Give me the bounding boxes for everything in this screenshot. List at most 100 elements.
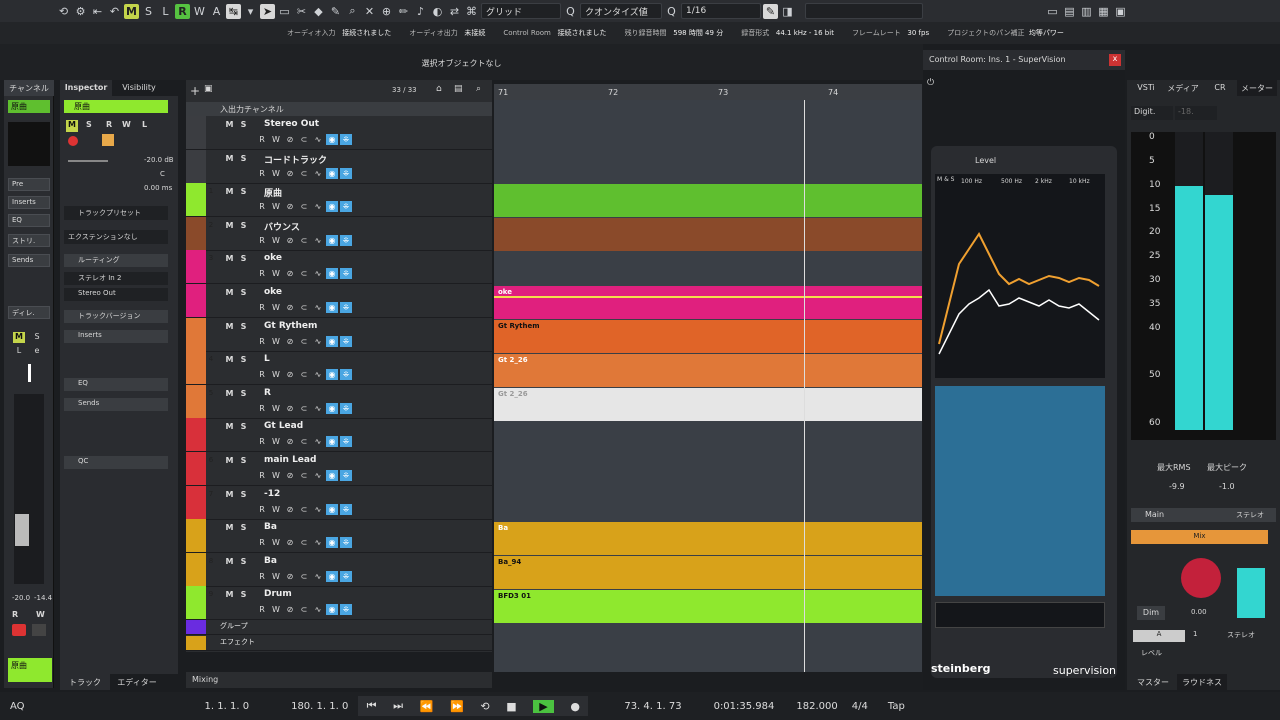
inspector-inserts-header[interactable]: Inserts <box>64 330 168 343</box>
track-monitor-icon[interactable]: ◉ <box>326 369 338 381</box>
pointer-icon[interactable]: ⟲ <box>56 4 71 19</box>
inspector-extension-select[interactable]: エクステンションなし <box>64 230 168 244</box>
track-wave-icon[interactable]: ∿ <box>312 168 324 179</box>
tap-button[interactable]: Tap <box>888 701 905 712</box>
tab-loudness[interactable]: ラウドネス <box>1177 674 1227 690</box>
mix-button[interactable]: Mix <box>1131 530 1268 544</box>
time-display[interactable]: 0:01:35.984 <box>714 701 775 712</box>
track-mute-button[interactable]: M <box>224 556 235 567</box>
channel-delay-button[interactable]: ディレ. <box>8 306 50 319</box>
track-wave-icon[interactable]: ∿ <box>312 336 324 347</box>
track-monitor-icon[interactable]: ◉ <box>326 402 338 414</box>
track-mute-button[interactable]: M <box>224 287 235 298</box>
channel-fader-handle[interactable] <box>15 514 29 546</box>
track-lane-icon[interactable]: ⁜ <box>340 335 352 347</box>
tab-editor[interactable]: エディター <box>112 674 162 690</box>
inspector-record-button[interactable] <box>68 136 78 146</box>
track-monitor-icon[interactable]: ◉ <box>326 134 338 145</box>
add-track-icon[interactable]: + <box>190 84 200 98</box>
event-bounce[interactable] <box>494 218 922 251</box>
track-write-button[interactable]: W <box>270 537 282 548</box>
channel-record-button[interactable] <box>12 624 26 636</box>
track-read-button[interactable]: R <box>256 201 268 212</box>
channel-listen-button[interactable]: L <box>13 346 25 357</box>
track-write-button[interactable]: W <box>270 201 282 212</box>
channel-sends-button[interactable]: Sends <box>8 254 50 267</box>
draw-tool-icon[interactable]: ✏ <box>396 4 411 19</box>
channel-fader-track[interactable] <box>14 394 44 584</box>
track-edit-icon[interactable]: ⊘ <box>284 302 296 313</box>
track-lane-icon[interactable]: ⁜ <box>340 570 352 582</box>
track-link-icon[interactable]: ⊂ <box>298 537 310 548</box>
event-oke[interactable]: oke <box>494 286 922 319</box>
track-lane-icon[interactable]: ⁜ <box>340 167 352 179</box>
edit-icon[interactable]: ✎ <box>763 3 778 19</box>
comp-tool-icon[interactable]: ⊕ <box>379 4 394 19</box>
note-select[interactable]: 1/16 <box>681 3 761 19</box>
read-all-button[interactable]: R <box>175 3 190 19</box>
channel-pre-button[interactable]: Pre <box>8 178 50 191</box>
track-solo-button[interactable]: S <box>238 421 249 432</box>
track-solo-button[interactable]: S <box>238 522 249 533</box>
track-edit-icon[interactable]: ⊘ <box>284 336 296 347</box>
cr-close-button[interactable]: x <box>1109 54 1121 66</box>
channel-pan-knob[interactable] <box>28 364 31 382</box>
track-read-button[interactable]: R <box>256 436 268 447</box>
track-mute-button[interactable]: M <box>224 388 235 399</box>
layout4-icon[interactable]: ▣ <box>1113 4 1128 19</box>
rewind-icon[interactable]: ⏪ <box>420 700 434 713</box>
event-gt-r[interactable]: Gt 2_26 <box>494 388 922 421</box>
track-row[interactable]: 5 MS R R W ⊘ ⊂ ∿ ◉ ⁜ <box>186 384 492 419</box>
track-row[interactable]: 1 MS 原曲 R W ⊘ ⊂ ∿ ◉ ⁜ <box>186 183 492 218</box>
tab-track[interactable]: トラック <box>60 674 110 690</box>
track-monitor-icon[interactable]: ◉ <box>326 335 338 347</box>
track-monitor-icon[interactable]: ◉ <box>326 537 338 549</box>
search-icon[interactable]: Q <box>664 4 679 19</box>
meter-offset-select[interactable]: -18. <box>1175 106 1217 120</box>
track-edit-icon[interactable]: ⊘ <box>284 537 296 548</box>
playhead-cursor[interactable] <box>804 100 805 672</box>
track-edit-icon[interactable]: ⊘ <box>284 470 296 481</box>
channel-eq-button[interactable]: EQ <box>8 214 50 227</box>
track-link-icon[interactable]: ⊂ <box>298 571 310 582</box>
inspector-version-header[interactable]: トラックバージョン <box>64 310 168 323</box>
grid-select[interactable]: グリッド <box>481 3 561 19</box>
track-solo-button[interactable]: S <box>238 388 249 399</box>
listen-button[interactable]: L <box>158 4 173 19</box>
track-edit-icon[interactable]: ⊘ <box>284 504 296 515</box>
track-write-button[interactable]: W <box>270 336 282 347</box>
channel-inserts-button[interactable]: Inserts <box>8 196 50 209</box>
signature-display[interactable]: 4/4 <box>852 701 868 712</box>
track-monitor-icon[interactable]: ◉ <box>326 201 338 213</box>
tab-media[interactable]: メディア <box>1165 80 1201 96</box>
inspector-routing-header[interactable]: ルーティング <box>64 254 168 267</box>
track-link-icon[interactable]: ⊂ <box>298 168 310 179</box>
track-write-button[interactable]: W <box>270 235 282 246</box>
track-wave-icon[interactable]: ∿ <box>312 604 324 615</box>
track-write-button[interactable]: W <box>270 302 282 313</box>
track-read-button[interactable]: R <box>256 369 268 380</box>
auto-scroll-icon[interactable]: ↹ <box>226 3 241 19</box>
track-mute-button[interactable]: M <box>224 153 235 164</box>
home-icon[interactable]: ⌂ <box>436 84 442 94</box>
power-icon[interactable]: ⏻ <box>927 78 941 90</box>
play-tool-icon[interactable]: ♪ <box>413 4 428 19</box>
color-icon[interactable]: ◨ <box>780 4 795 19</box>
ruler[interactable]: 71 72 73 74 <box>494 84 922 100</box>
track-io-folder[interactable]: 入出力チャンネル <box>186 102 492 116</box>
color-tool-icon[interactable]: ◐ <box>430 4 445 19</box>
undo-icon[interactable]: ↶ <box>107 4 122 19</box>
track-row[interactable]: MS Gt Lead R W ⊘ ⊂ ∿ ◉ ⁜ <box>186 418 492 453</box>
event-drum[interactable]: BFD3 01 <box>494 590 922 623</box>
play-icon[interactable]: ▶ <box>533 699 554 713</box>
inspector-listen-button[interactable]: L <box>142 120 147 129</box>
track-read-button[interactable]: R <box>256 571 268 582</box>
track-read-button[interactable]: R <box>256 235 268 246</box>
track-wave-icon[interactable]: ∿ <box>312 268 324 279</box>
inspector-output-select[interactable]: Stereo Out <box>64 288 168 301</box>
track-mute-button[interactable]: M <box>224 220 235 231</box>
track-link-icon[interactable]: ⊂ <box>298 504 310 515</box>
track-link-icon[interactable]: ⊂ <box>298 302 310 313</box>
track-row[interactable]: グループ <box>186 620 492 635</box>
glue-tool-icon[interactable]: ◆ <box>311 4 326 19</box>
